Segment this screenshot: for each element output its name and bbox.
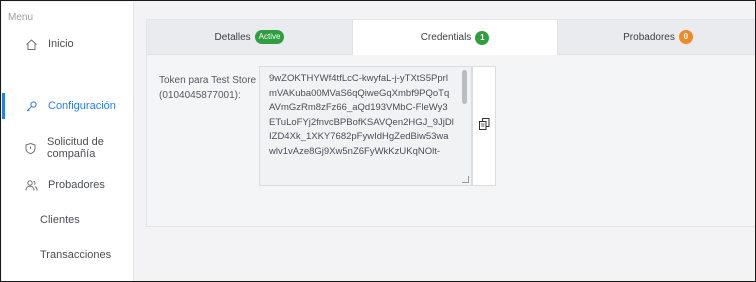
group-icon [24, 178, 38, 192]
sidebar-item-transacciones[interactable]: Transacciones [2, 240, 133, 270]
shield-icon [24, 141, 37, 155]
resize-handle[interactable] [462, 176, 469, 183]
tab-bar: Detalles Active Credentials 1 Probadores… [147, 20, 755, 55]
token-scrollbar[interactable] [462, 70, 467, 104]
token-textarea[interactable]: 9wZOKTHYWf4tfLcC-kwyfaL-j-yTXtS5PprlmVAK… [259, 66, 472, 186]
status-badge: Active [254, 30, 285, 44]
settings-card: Detalles Active Credentials 1 Probadores… [146, 19, 755, 227]
key-icon [24, 99, 38, 113]
sidebar-item-configuracion[interactable]: Configuración [2, 91, 133, 121]
token-value: 9wZOKTHYWf4tfLcC-kwyfaL-j-yTXtS5PprlmVAK… [269, 73, 454, 157]
token-fade [260, 171, 471, 185]
sidebar-item-label: Configuración [48, 100, 116, 112]
copy-icon [478, 117, 490, 135]
home-icon [24, 37, 38, 51]
sidebar-item-inicio[interactable]: Inicio [2, 29, 133, 59]
count-badge: 1 [475, 30, 490, 45]
sidebar-item-label: Probadores [48, 179, 105, 191]
tab-label: Detalles [214, 31, 251, 43]
tab-credentials[interactable]: Credentials 1 [352, 20, 558, 55]
sidebar-item-clientes[interactable]: Clientes [2, 205, 133, 235]
sidebar-item-label: Transacciones [40, 249, 112, 261]
sidebar-item-solicitud[interactable]: Solicitud de compañía [2, 133, 133, 163]
app-frame: Menu Inicio Configuración Solicitud de c… [0, 0, 756, 282]
tab-detalles[interactable]: Detalles Active [147, 20, 352, 54]
tab-probadores[interactable]: Probadores 0 [558, 20, 755, 54]
sidebar: Menu Inicio Configuración Solicitud de c… [2, 2, 134, 281]
sidebar-item-label: Inicio [48, 38, 74, 50]
tab-label: Credentials [420, 32, 472, 43]
sidebar-item-label: Clientes [40, 214, 80, 226]
sidebar-item-probadores[interactable]: Probadores [2, 170, 133, 200]
menu-label: Menu [8, 12, 34, 23]
tab-label: Probadores [623, 31, 675, 43]
copy-token-button[interactable] [472, 66, 496, 186]
count-badge: 0 [678, 30, 693, 44]
sidebar-item-label: Solicitud de compañía [47, 136, 104, 160]
token-label: Token para Test Store (0104045877001): [159, 75, 257, 101]
